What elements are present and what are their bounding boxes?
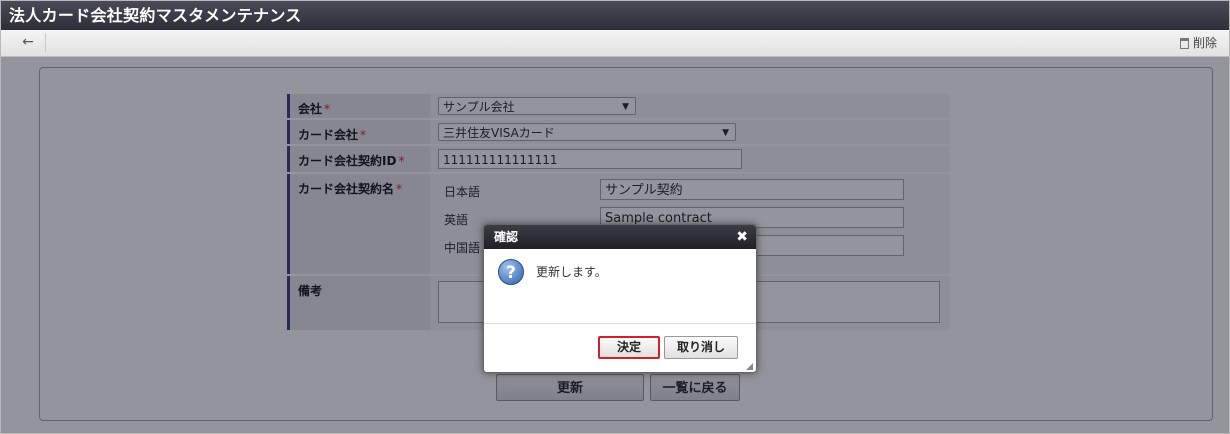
cancel-button[interactable]: 取り消し	[664, 336, 738, 359]
dialog-title: 確認	[494, 230, 519, 244]
window-title: 法人カード会社契約マスタメンテナンス	[1, 1, 1229, 30]
dialog-body: ? 更新します。	[484, 249, 756, 323]
close-icon[interactable]: ✖	[736, 225, 748, 249]
app-window: 法人カード会社契約マスタメンテナンス ← 削除 会社 * サンプル会社 ▼ カー…	[0, 0, 1230, 434]
trash-icon	[1179, 38, 1189, 49]
ok-button[interactable]: 決定	[598, 336, 660, 359]
resize-handle-icon[interactable]	[746, 363, 753, 370]
back-arrow-icon: ←	[22, 34, 34, 50]
toolbar: ← 削除	[1, 30, 1229, 57]
delete-label: 削除	[1192, 36, 1217, 50]
delete-button[interactable]: 削除	[1179, 34, 1217, 52]
question-icon: ?	[498, 259, 524, 285]
dialog-message: 更新します。	[536, 265, 607, 279]
back-button[interactable]: ←	[11, 33, 46, 52]
dialog-header: 確認 ✖	[484, 225, 756, 249]
dialog-footer: 決定 取り消し	[484, 323, 756, 372]
confirm-dialog: 確認 ✖ ? 更新します。 決定 取り消し	[483, 224, 757, 373]
